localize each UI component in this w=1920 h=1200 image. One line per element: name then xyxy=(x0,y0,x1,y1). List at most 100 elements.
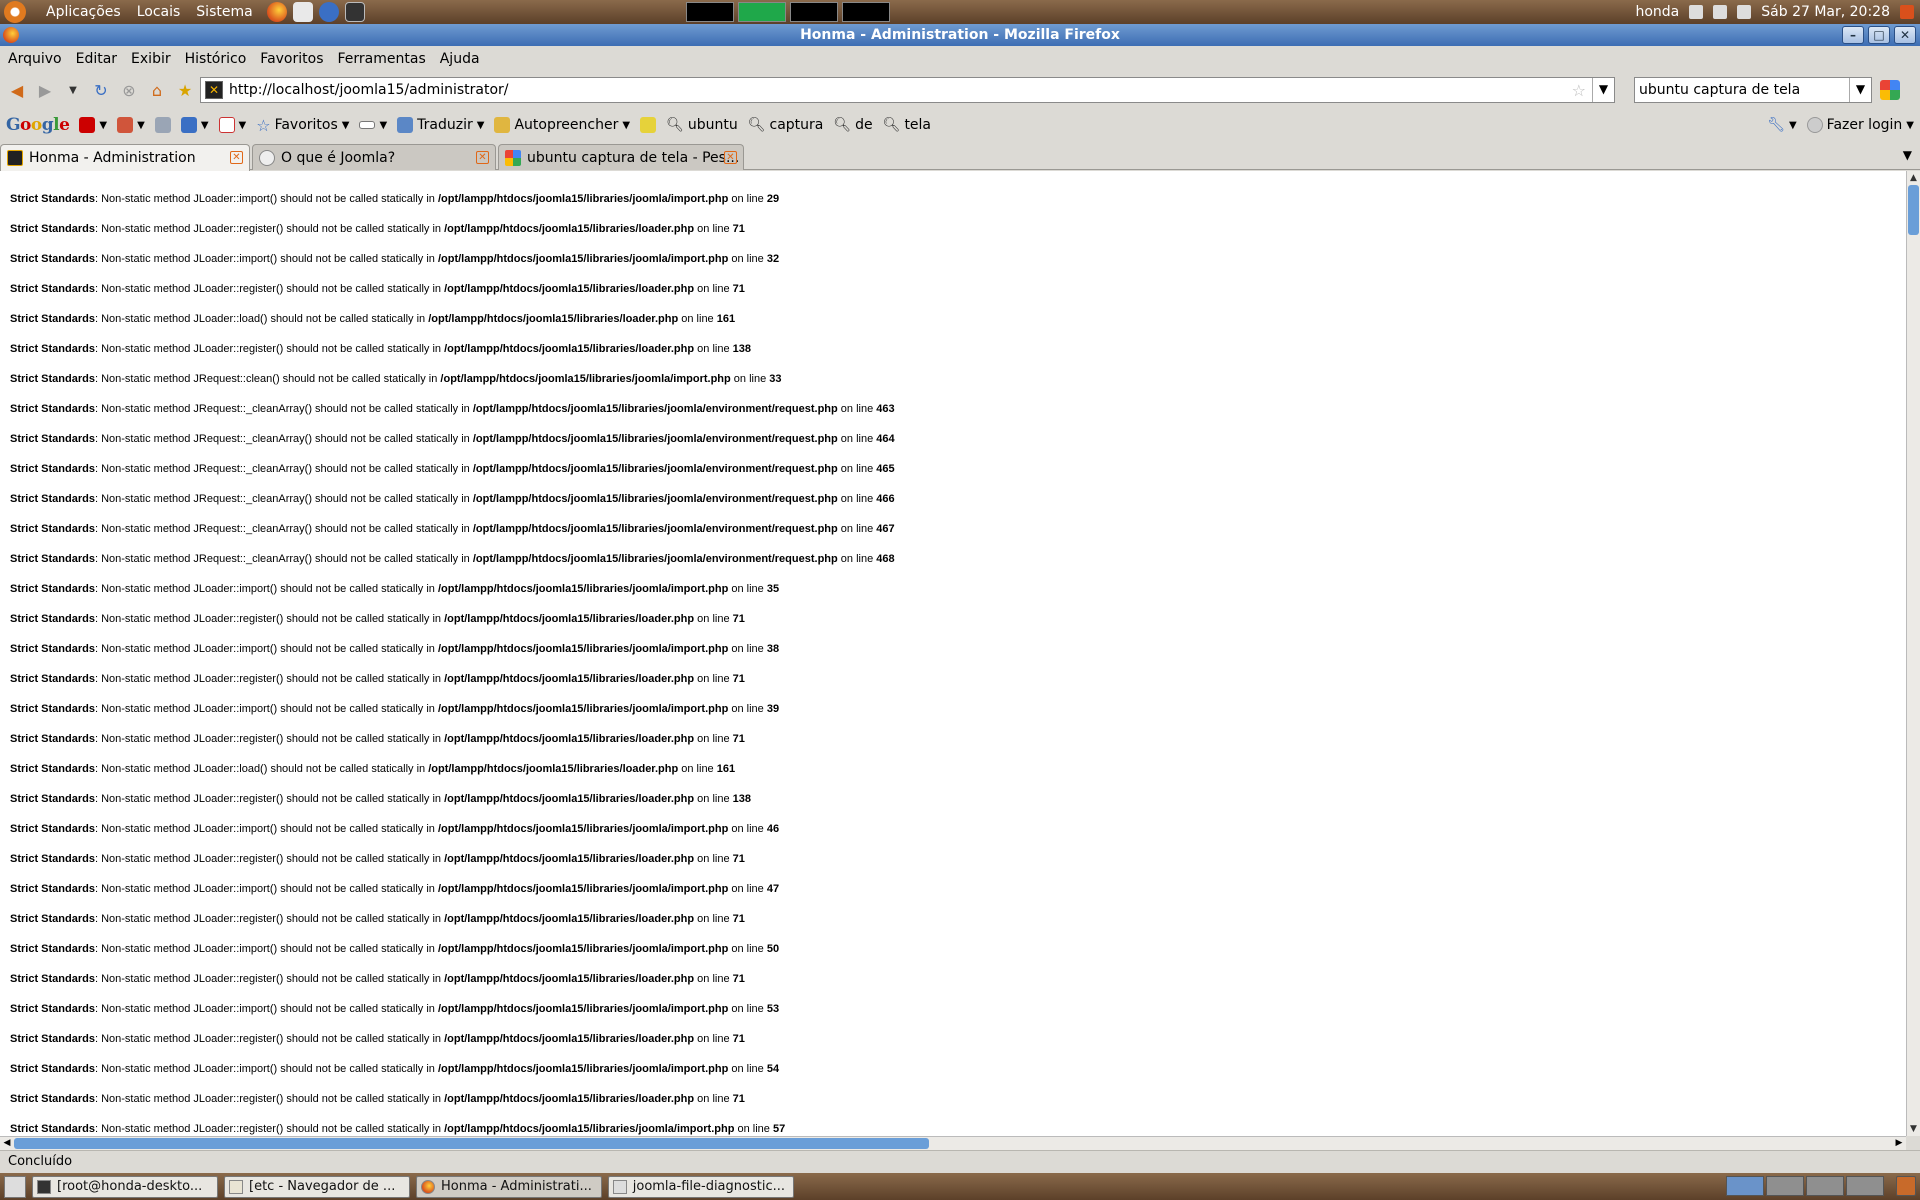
reload-icon[interactable]: ↻ xyxy=(90,79,112,101)
error-path: /opt/lampp/htdocs/joomla15/libraries/loa… xyxy=(444,913,695,925)
search-term-captura[interactable]: 🔍︎ captura xyxy=(748,117,824,133)
ubuntu-logo-icon[interactable] xyxy=(4,1,26,23)
highlight-button[interactable] xyxy=(640,117,657,133)
error-label: Strict Standards xyxy=(10,253,95,265)
error-on-line: on line xyxy=(694,733,733,745)
task-text-editor[interactable]: joomla-file-diagnostic... xyxy=(608,1175,794,1198)
error-line-number: 463 xyxy=(876,403,895,415)
autofill-button[interactable]: Autopreencher ▼ xyxy=(494,117,630,133)
search-term-tela[interactable]: 🔍︎ tela xyxy=(883,117,931,133)
close-tab-icon[interactable]: ✕ xyxy=(724,151,737,164)
horizontal-scroll-thumb[interactable] xyxy=(14,1138,929,1149)
error-line-number: 468 xyxy=(876,553,895,565)
back-icon[interactable]: ◀ xyxy=(6,79,28,101)
close-tab-icon[interactable]: ✕ xyxy=(230,151,243,164)
google-logo[interactable]: Google xyxy=(6,115,70,135)
menu-ajuda[interactable]: Ajuda xyxy=(440,51,480,67)
home-icon[interactable]: ⌂ xyxy=(146,79,168,101)
vertical-scrollbar[interactable]: ▲ ▼ xyxy=(1906,171,1920,1136)
apps-button[interactable] xyxy=(154,117,171,133)
bookmarks-button[interactable]: ☆ Favoritos ▼ xyxy=(256,116,349,135)
list-all-tabs-icon[interactable]: ▼ xyxy=(1903,148,1912,162)
menu-exibir[interactable]: Exibir xyxy=(131,51,171,67)
tab-honma-administration[interactable]: Honma - Administration ✕ xyxy=(0,144,250,171)
logout-icon[interactable] xyxy=(1900,5,1914,19)
gmail-button[interactable]: ▼ xyxy=(218,117,246,133)
close-window-button[interactable]: ✕ xyxy=(1894,26,1916,44)
memory-monitor[interactable] xyxy=(738,2,786,22)
tab-ubuntu-captura[interactable]: ubuntu captura de tela - Pes... ✕ xyxy=(498,144,744,170)
help-launcher-icon[interactable] xyxy=(318,2,339,22)
workspace-1[interactable] xyxy=(1726,1176,1764,1196)
stop-icon[interactable]: ⊗ xyxy=(118,79,140,101)
error-path: /opt/lampp/htdocs/joomla15/libraries/loa… xyxy=(444,733,695,745)
url-text[interactable]: http://localhost/joomla15/administrator/ xyxy=(229,82,509,98)
autofill-icon xyxy=(494,117,511,133)
workspace-2[interactable] xyxy=(1766,1176,1804,1196)
vertical-scroll-thumb[interactable] xyxy=(1908,185,1919,235)
menu-system[interactable]: Sistema xyxy=(196,4,252,20)
error-on-line: on line xyxy=(837,463,877,475)
translate-button[interactable]: Traduzir ▼ xyxy=(397,117,484,133)
search-box[interactable]: ubuntu captura de tela ▼ xyxy=(1634,77,1872,103)
workspace-3[interactable] xyxy=(1806,1176,1844,1196)
scroll-right-icon[interactable]: ▶ xyxy=(1892,1137,1906,1150)
disk-monitor[interactable] xyxy=(842,2,890,22)
error-message: Strict Standards: Non-static method JReq… xyxy=(10,433,895,445)
url-bar[interactable]: ✕ http://localhost/joomla15/administrato… xyxy=(200,77,1615,103)
panel-user[interactable]: honda xyxy=(1635,4,1679,20)
search-term-ubuntu[interactable]: 🔍︎ ubuntu xyxy=(666,117,738,133)
error-on-line: on line xyxy=(694,1033,733,1045)
panel-clock[interactable]: Sáb 27 Mar, 20:28 xyxy=(1761,4,1890,20)
menu-favoritos[interactable]: Favoritos xyxy=(260,51,323,67)
horizontal-scrollbar[interactable]: ◀ ▶ xyxy=(0,1136,1906,1150)
firefox-icon[interactable] xyxy=(3,27,19,43)
search-dropdown-icon[interactable]: ▼ xyxy=(1849,78,1871,102)
scroll-left-icon[interactable]: ◀ xyxy=(0,1137,14,1150)
search-text[interactable]: ubuntu captura de tela xyxy=(1639,82,1800,98)
history-dropdown-icon[interactable]: ▼ xyxy=(62,79,84,101)
cpu-monitor[interactable] xyxy=(686,2,734,22)
scroll-up-icon[interactable]: ▲ xyxy=(1907,171,1920,185)
search-term-de[interactable]: 🔍︎ de xyxy=(833,117,872,133)
printer-icon[interactable] xyxy=(1713,5,1728,19)
add-button[interactable]: ▼ xyxy=(180,117,209,133)
task-terminal[interactable]: [root@honda-deskto... xyxy=(32,1175,218,1198)
volume-icon[interactable] xyxy=(1737,5,1752,19)
news-button[interactable]: ▼ xyxy=(117,117,145,133)
youtube-button[interactable]: ▼ xyxy=(79,117,107,133)
menu-places[interactable]: Locais xyxy=(137,4,181,20)
scroll-down-icon[interactable]: ▼ xyxy=(1907,1122,1920,1136)
field-button[interactable]: ▼ xyxy=(359,120,387,131)
error-message: Strict Standards: Non-static method JLoa… xyxy=(10,883,779,895)
menu-applications[interactable]: Aplicações xyxy=(46,4,121,20)
trash-icon[interactable] xyxy=(1896,1176,1916,1196)
bookmark-star-icon[interactable]: ★ xyxy=(174,79,196,101)
forward-icon[interactable]: ▶ xyxy=(34,79,56,101)
menu-historico[interactable]: Histórico xyxy=(185,51,247,67)
mail-launcher-icon[interactable] xyxy=(292,2,313,22)
tab-o-que-e-joomla[interactable]: O que é Joomla? ✕ xyxy=(252,144,496,170)
minimize-button[interactable]: – xyxy=(1842,26,1864,44)
menu-ferramentas[interactable]: Ferramentas xyxy=(338,51,426,67)
window-titlebar[interactable]: Honma - Administration - Mozilla Firefox… xyxy=(0,24,1920,46)
menu-arquivo[interactable]: Arquivo xyxy=(8,51,62,67)
keyboard-icon[interactable] xyxy=(1689,5,1704,19)
news-icon xyxy=(117,117,134,133)
close-tab-icon[interactable]: ✕ xyxy=(476,151,489,164)
settings-button[interactable]: 🔧︎ ▼ xyxy=(1767,117,1796,133)
login-button[interactable]: Fazer login ▼ xyxy=(1806,117,1914,133)
workspace-4[interactable] xyxy=(1846,1176,1884,1196)
bookmark-page-icon[interactable]: ☆ xyxy=(1572,81,1586,100)
maximize-button[interactable]: □ xyxy=(1868,26,1890,44)
task-firefox[interactable]: Honma - Administrati... xyxy=(416,1175,602,1198)
show-desktop-icon[interactable] xyxy=(4,1175,26,1198)
network-monitor[interactable] xyxy=(790,2,838,22)
terminal-launcher-icon[interactable] xyxy=(344,2,365,22)
google-search-engine-icon[interactable] xyxy=(1880,80,1900,100)
firefox-launcher-icon[interactable] xyxy=(266,2,287,22)
menu-editar[interactable]: Editar xyxy=(76,51,117,67)
url-dropdown-icon[interactable]: ▼ xyxy=(1592,78,1614,102)
error-text: : Non-static method JLoader::load() shou… xyxy=(94,763,429,775)
task-file-browser[interactable]: [etc - Navegador de ... xyxy=(224,1175,410,1198)
